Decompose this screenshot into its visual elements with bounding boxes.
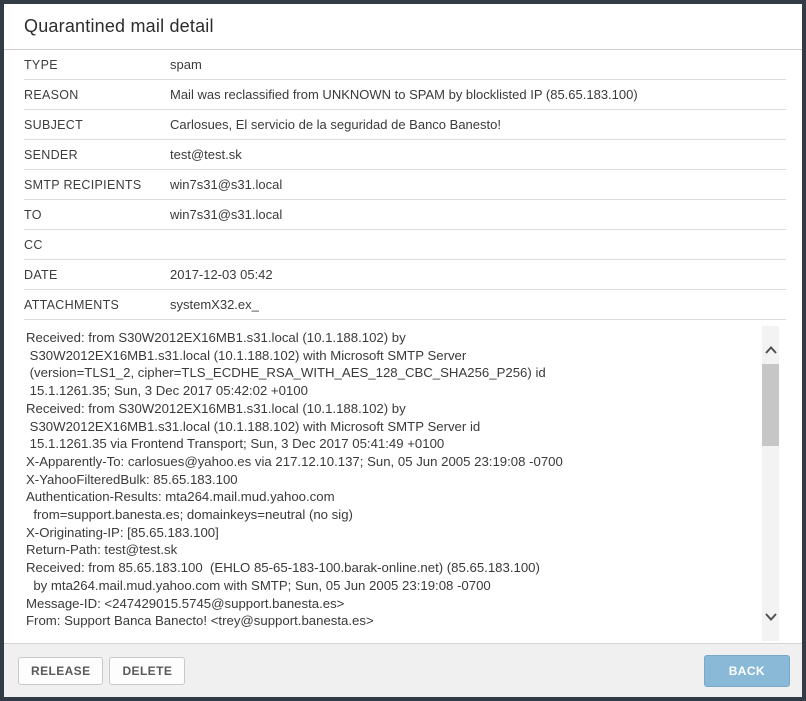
- header-line: From: Support Banca Banecto! <trey@suppo…: [26, 612, 777, 630]
- header-line: Message-ID: <247429015.5745@support.bane…: [26, 595, 777, 613]
- field-value: win7s31@s31.local: [170, 177, 282, 192]
- header-line: X-YahooFilteredBulk: 85.65.183.100: [26, 471, 777, 489]
- scroll-up-button[interactable]: [762, 340, 779, 360]
- header-line: X-Apparently-To: carlosues@yahoo.es via …: [26, 453, 777, 471]
- field-label: ATTACHMENTS: [24, 298, 170, 312]
- field-label: SENDER: [24, 148, 170, 162]
- mail-detail-fields: TYPE spam REASON Mail was reclassified f…: [4, 50, 802, 320]
- header-line: by mta264.mail.mud.yahoo.com with SMTP; …: [26, 577, 777, 595]
- chevron-down-icon: [765, 613, 777, 621]
- header-line: Return-Path: test@test.sk: [26, 541, 777, 559]
- scrollbar-thumb[interactable]: [762, 364, 779, 446]
- field-row: CC: [24, 230, 786, 260]
- field-row: SMTP RECIPIENTS win7s31@s31.local: [24, 170, 786, 200]
- field-value: systemX32.ex_: [170, 297, 259, 312]
- header-line: Received: from 85.65.183.100 (EHLO 85-65…: [26, 559, 777, 577]
- dialog-footer: RELEASE DELETE BACK: [4, 643, 802, 697]
- back-button[interactable]: BACK: [704, 655, 790, 687]
- scroll-down-button[interactable]: [762, 607, 779, 627]
- chevron-up-icon: [765, 346, 777, 354]
- header-line: S30W2012EX16MB1.s31.local (10.1.188.102)…: [26, 418, 777, 436]
- field-row: SUBJECT Carlosues, El servicio de la seg…: [24, 110, 786, 140]
- field-label: DATE: [24, 268, 170, 282]
- field-label: SUBJECT: [24, 118, 170, 132]
- field-label: SMTP RECIPIENTS: [24, 178, 170, 192]
- header-line: 15.1.1261.35 via Frontend Transport; Sun…: [26, 435, 777, 453]
- mail-headers-panel: Received: from S30W2012EX16MB1.s31.local…: [4, 320, 802, 643]
- header-line: Received: from S30W2012EX16MB1.s31.local…: [26, 400, 777, 418]
- field-value: 2017-12-03 05:42: [170, 267, 273, 282]
- dialog-title-bar: Quarantined mail detail: [4, 4, 802, 50]
- field-row: TYPE spam: [24, 50, 786, 80]
- delete-button[interactable]: DELETE: [109, 657, 185, 685]
- vertical-scrollbar[interactable]: [762, 326, 779, 641]
- header-line: (version=TLS1_2, cipher=TLS_ECDHE_RSA_WI…: [26, 364, 777, 382]
- quarantined-mail-detail-dialog: Quarantined mail detail TYPE spam REASON…: [0, 0, 806, 701]
- field-row: REASON Mail was reclassified from UNKNOW…: [24, 80, 786, 110]
- page-title: Quarantined mail detail: [24, 16, 214, 37]
- release-button[interactable]: RELEASE: [18, 657, 103, 685]
- field-value: test@test.sk: [170, 147, 242, 162]
- header-line: S30W2012EX16MB1.s31.local (10.1.188.102)…: [26, 347, 777, 365]
- header-line: 15.1.1261.35; Sun, 3 Dec 2017 05:42:02 +…: [26, 382, 777, 400]
- field-label: TYPE: [24, 58, 170, 72]
- mail-headers-text: Received: from S30W2012EX16MB1.s31.local…: [4, 320, 781, 643]
- field-row: ATTACHMENTS systemX32.ex_: [24, 290, 786, 320]
- header-line: X-Originating-IP: [85.65.183.100]: [26, 524, 777, 542]
- field-label: TO: [24, 208, 170, 222]
- field-row: TO win7s31@s31.local: [24, 200, 786, 230]
- header-line: from=support.banesta.es; domainkeys=neut…: [26, 506, 777, 524]
- header-line: Received: from S30W2012EX16MB1.s31.local…: [26, 329, 777, 347]
- field-label: REASON: [24, 88, 170, 102]
- field-row: SENDER test@test.sk: [24, 140, 786, 170]
- field-value: spam: [170, 57, 202, 72]
- field-row: DATE 2017-12-03 05:42: [24, 260, 786, 290]
- field-value: Carlosues, El servicio de la seguridad d…: [170, 117, 501, 132]
- field-label: CC: [24, 238, 170, 252]
- field-value: Mail was reclassified from UNKNOWN to SP…: [170, 87, 638, 102]
- header-line: Authentication-Results: mta264.mail.mud.…: [26, 488, 777, 506]
- field-value: win7s31@s31.local: [170, 207, 282, 222]
